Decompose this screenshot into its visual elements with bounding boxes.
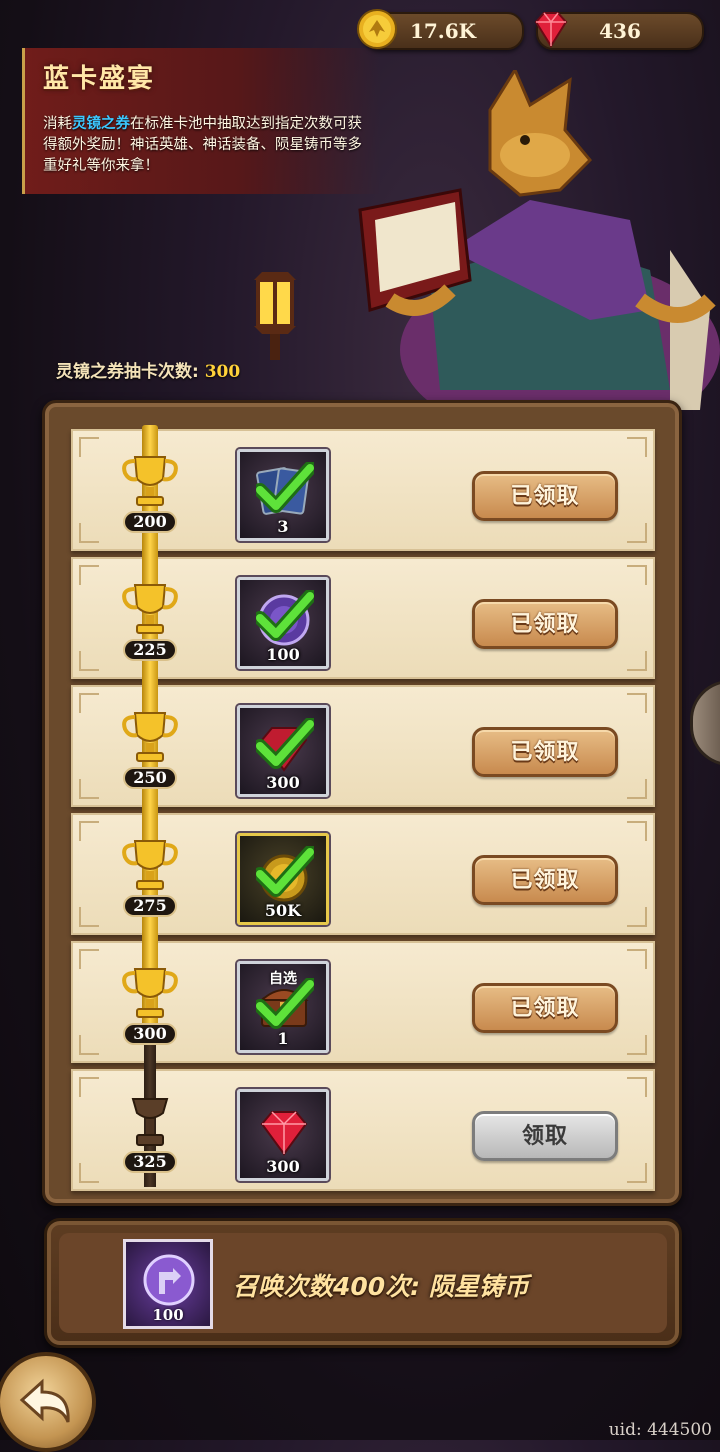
desc-text: 消耗 [43, 116, 72, 132]
milestone-threshold: 225 [123, 639, 177, 661]
claim-button[interactable]: 领取 [472, 1111, 618, 1161]
trophy-icon [122, 968, 178, 1018]
user-id: uid: 444500 [608, 1420, 712, 1440]
check-icon [256, 718, 314, 769]
draw-count: 灵镜之券抽卡次数: 300 [56, 357, 240, 382]
claimed-button[interactable]: 已领取 [472, 727, 618, 777]
milestone-threshold: 250 [123, 767, 177, 789]
reward-qty: 1 [277, 1029, 289, 1048]
back-button[interactable] [0, 1352, 96, 1452]
lamp-decoration [254, 272, 296, 360]
reward-slot[interactable]: 300 [237, 705, 329, 797]
reward-slot[interactable]: 100 [123, 1239, 213, 1329]
check-icon [256, 846, 314, 897]
back-arrow-icon [19, 1378, 70, 1423]
trophy-locked-icon [131, 1098, 169, 1146]
check-icon [256, 590, 314, 641]
reward-slot[interactable]: 100 [237, 577, 329, 669]
trophy-icon [122, 840, 178, 890]
milestone-threshold: 325 [123, 1151, 177, 1173]
milestone-list: 200 225 250 275 300 325 3 100 300 50K 自选… [42, 400, 682, 1206]
reward-slot[interactable]: 50K [237, 833, 329, 925]
reward-qty: 50K [264, 901, 302, 920]
event-header: 蓝卡盛宴 消耗灵镜之券在标准卡池中抽取达到指定次数可获得额外奖励！神话英雄、神话… [22, 48, 381, 194]
claimed-button[interactable]: 已领取 [472, 471, 618, 521]
side-tab-button[interactable] [690, 680, 720, 766]
coin-amount: 17.6K [409, 19, 477, 43]
milestone-threshold: 275 [123, 895, 177, 917]
check-icon [256, 978, 314, 1029]
gem-counter: 436 [534, 12, 704, 50]
reward-qty: 3 [277, 517, 289, 536]
meteor-coin-icon [143, 1254, 195, 1306]
claimed-button[interactable]: 已领取 [472, 983, 618, 1033]
event-description: 消耗灵镜之券在标准卡池中抽取达到指定次数可获得额外奖励！神话英雄、神话装备、陨星… [43, 114, 373, 177]
reward-qty: 100 [152, 1306, 184, 1324]
trophy-icon [122, 456, 178, 506]
gem-amount: 436 [599, 19, 641, 43]
draw-count-value: 300 [204, 362, 241, 382]
page-title: 蓝卡盛宴 [43, 64, 156, 94]
reward-qty: 100 [266, 645, 300, 664]
next-reward-bar: 100 召唤次数400次: 陨星铸币 [44, 1218, 682, 1348]
draw-count-label: 灵镜之券抽卡次数: [56, 362, 205, 382]
milestone-threshold: 200 [123, 511, 177, 533]
trophy-icon [122, 584, 178, 634]
reward-slot[interactable]: 3 [237, 449, 329, 541]
claimed-button[interactable]: 已领取 [472, 599, 618, 649]
ticket-name: 灵镜之券 [72, 116, 130, 132]
next-reward-text: 召唤次数400次: 陨星铸币 [233, 1272, 529, 1301]
reward-qty: 300 [266, 1157, 300, 1176]
trophy-icon [122, 712, 178, 762]
check-icon [256, 462, 314, 513]
reward-slot[interactable]: 自选 1 [237, 961, 329, 1053]
milestone-threshold: 300 [123, 1023, 177, 1045]
coin-counter: 17.6K [357, 9, 524, 50]
reward-qty: 300 [266, 773, 300, 792]
reward-slot[interactable]: 300 [237, 1089, 329, 1181]
claimed-button[interactable]: 已领取 [472, 855, 618, 905]
dragon-mage-illustration [358, 70, 720, 410]
ruby-icon [260, 1111, 308, 1156]
